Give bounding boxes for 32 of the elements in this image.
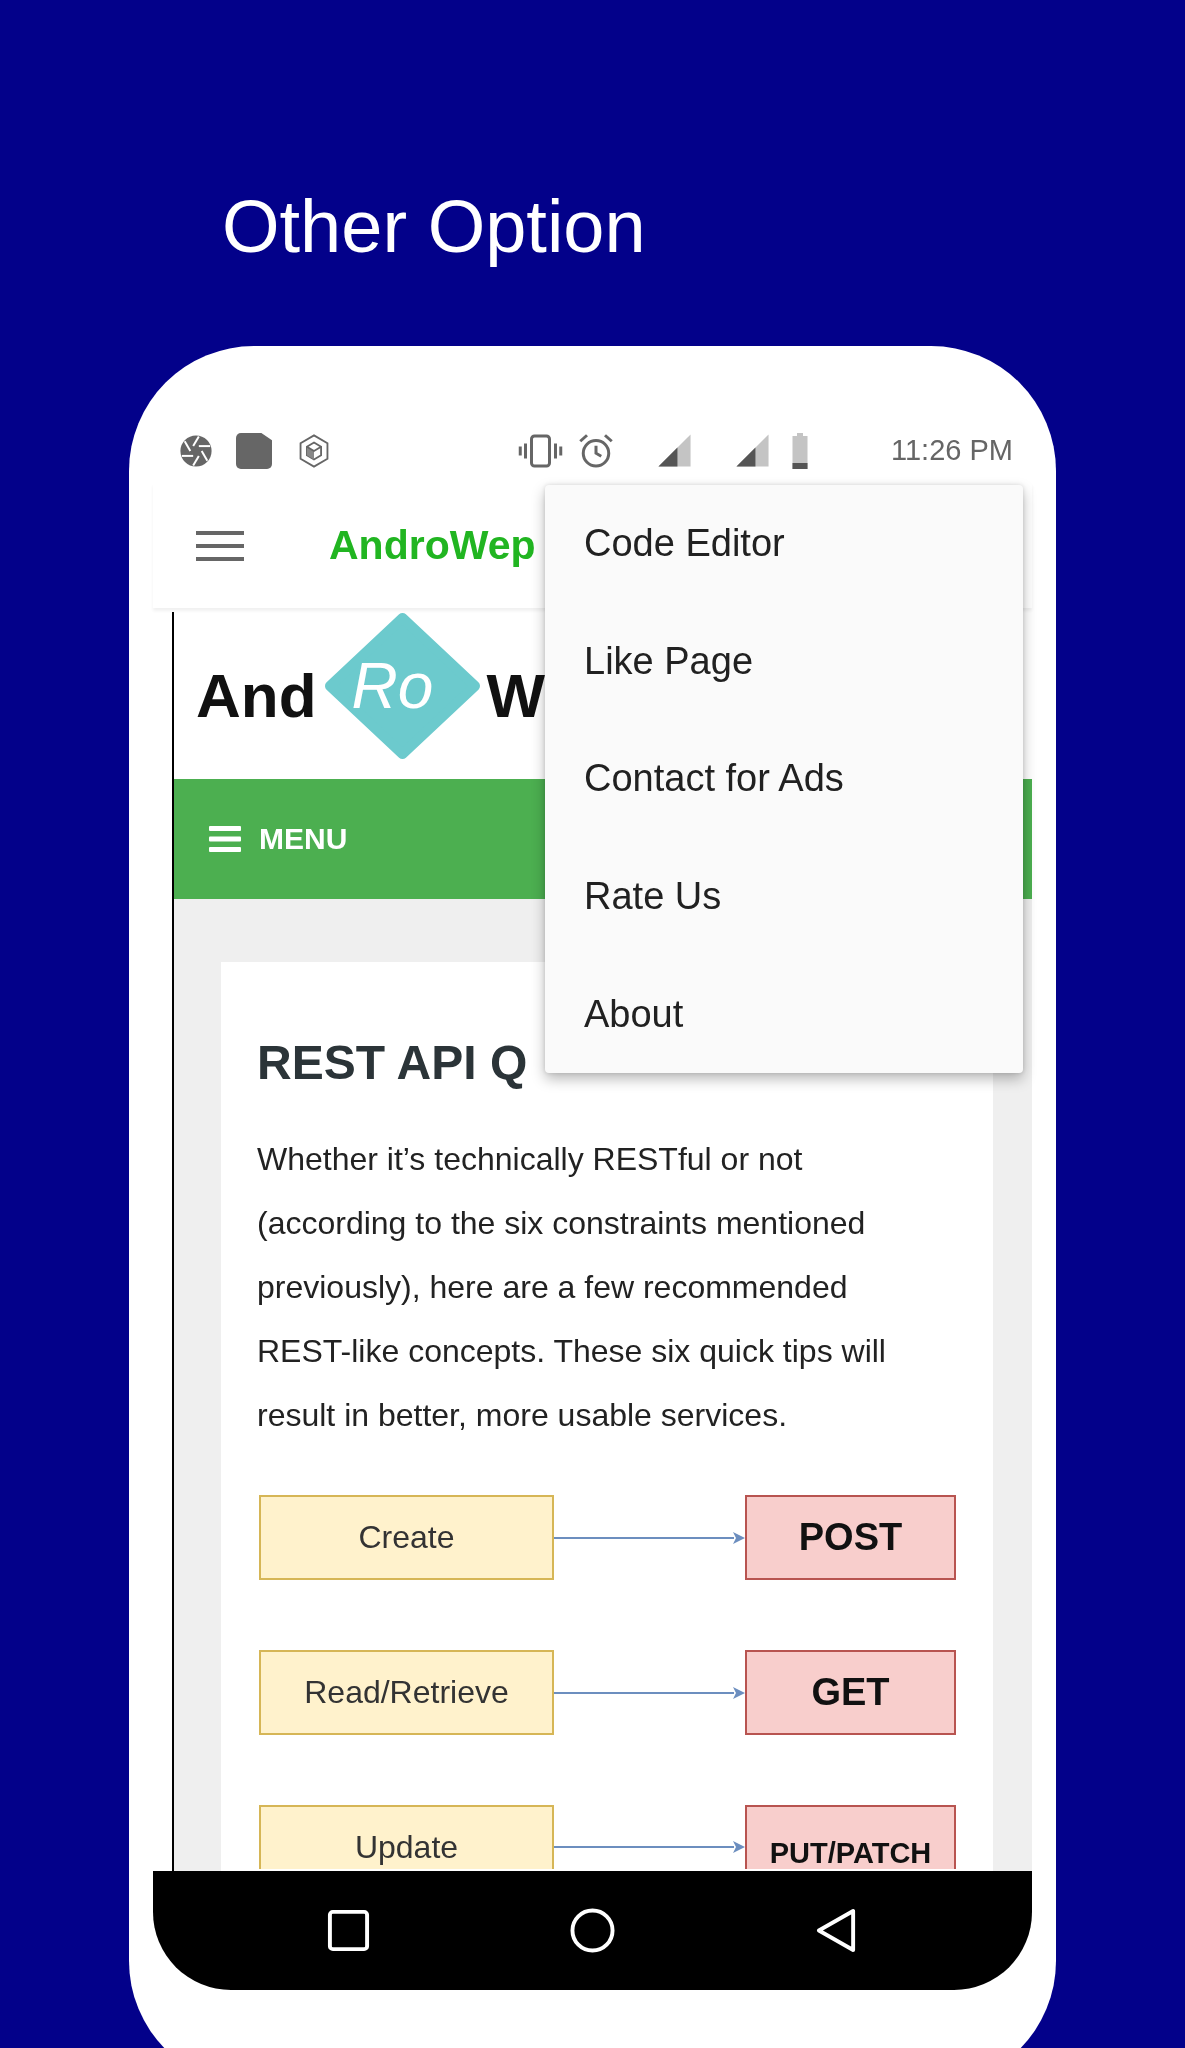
- article-paragraph: Whether it’s technically RESTful or not (according to the six constraints mentioned previously), here are a few recommended REST-like concepts. These six quick tips will result in better, more usable services.: [257, 1140, 887, 1435]
- signal-icon: [735, 433, 770, 468]
- cube-icon: [297, 433, 331, 468]
- signal-icon: [657, 433, 692, 468]
- logo-text: Ro: [351, 649, 434, 722]
- logo-text: W: [486, 659, 546, 732]
- logo-text: And: [196, 659, 317, 732]
- vibrate-icon: [518, 432, 563, 469]
- menu-icon[interactable]: [196, 529, 244, 562]
- menu-item[interactable]: Code Editor: [545, 485, 1023, 603]
- method-node: GET: [745, 1650, 956, 1735]
- operation-node: Create: [259, 1495, 554, 1580]
- status-time: 11:26 PM: [891, 434, 1013, 467]
- operation-node: Update: [259, 1805, 554, 1869]
- menu-item[interactable]: Like Page: [545, 602, 1023, 721]
- app-title: AndroWep: [329, 522, 536, 569]
- alarm-icon: [578, 432, 614, 469]
- menu-item[interactable]: About: [545, 955, 1023, 1073]
- page-title: Other Option: [222, 184, 646, 270]
- menu-item[interactable]: Rate Us: [545, 837, 1023, 956]
- article-heading: REST API Q: [257, 1035, 528, 1091]
- file-icon: [236, 432, 272, 469]
- home-icon[interactable]: [570, 1908, 615, 1953]
- operation-node: Read/Retrieve: [259, 1650, 554, 1735]
- method-node: POST: [745, 1495, 956, 1580]
- menu-item[interactable]: Contact for Ads: [545, 720, 1023, 838]
- aperture-icon: [179, 433, 213, 468]
- recents-icon[interactable]: [326, 1908, 371, 1953]
- diamond-icon: [323, 612, 481, 760]
- method-node: PUT/PATCH: [745, 1805, 956, 1869]
- battery-icon: [791, 432, 809, 469]
- menu-icon: [209, 826, 241, 852]
